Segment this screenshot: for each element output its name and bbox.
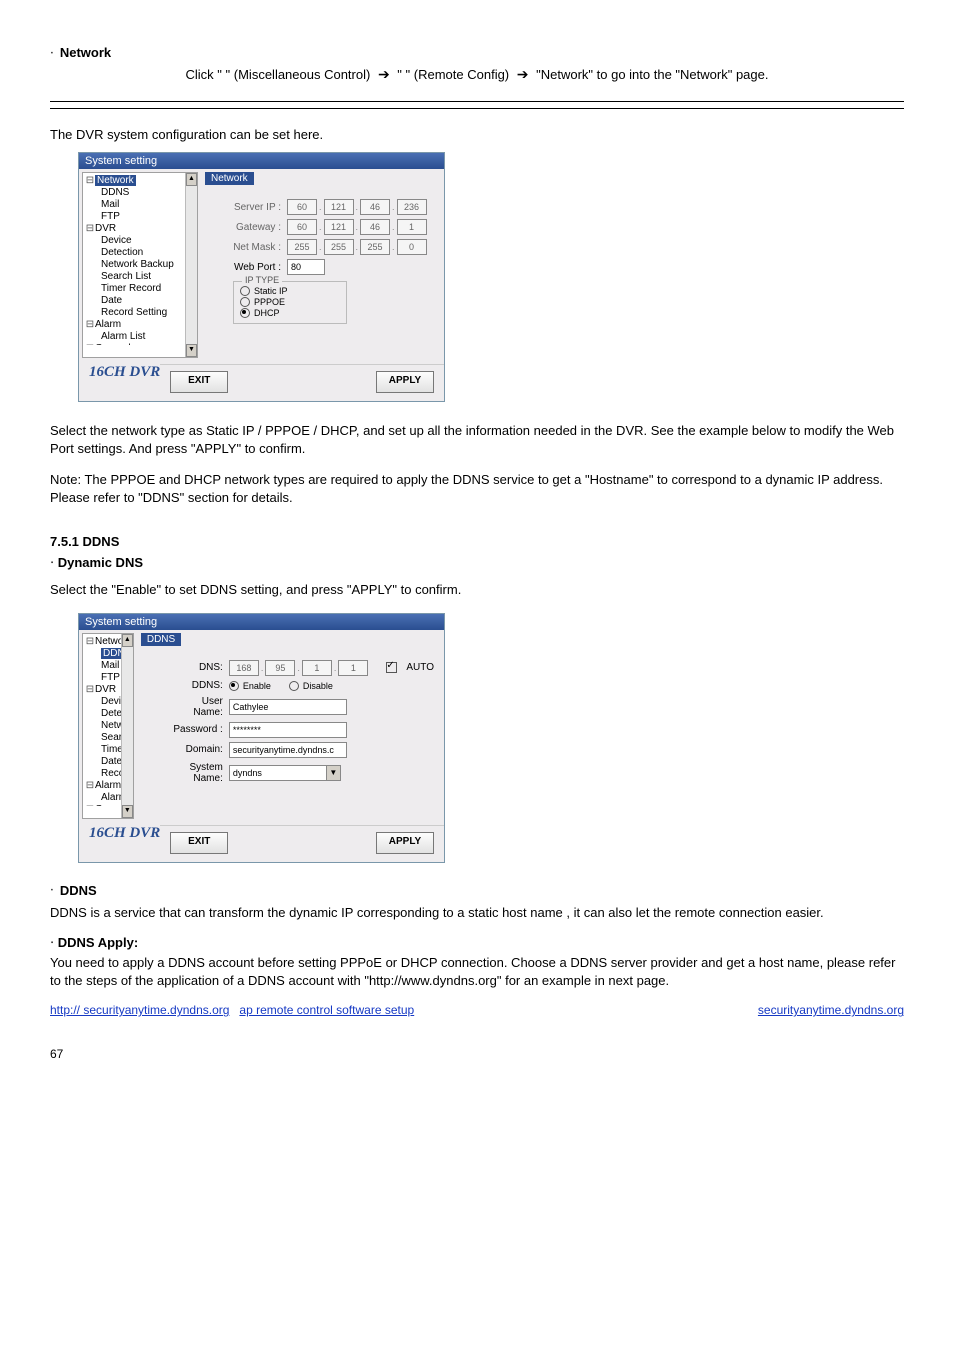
tree-device[interactable]: Device — [101, 235, 195, 247]
ddns-sub: ‧ Dynamic DNS — [50, 555, 904, 571]
tree-mail[interactable]: Mail — [101, 199, 195, 211]
page-number: 67 — [50, 1047, 904, 1061]
panel-title-network: Network — [205, 172, 254, 185]
brand-label: 16CH DVR — [89, 364, 160, 381]
tree-network-backup[interactable]: Network Backup — [101, 259, 195, 271]
tree-dvr[interactable]: ⊟DVR — [85, 223, 195, 235]
network-note: Note: The PPPOE and DHCP network types a… — [50, 471, 904, 506]
iptype-group: IP TYPE Static IP PPPOE DHCP — [233, 281, 347, 324]
username-input[interactable]: Cathylee — [229, 699, 347, 715]
dns-input[interactable]: 168. 95. 1. 1 — [229, 660, 369, 676]
ddns-subheading: ‧ DDNS — [50, 883, 904, 898]
ddns-apply-text: You need to apply a DDNS account before … — [50, 954, 904, 989]
tree-ftp[interactable]: FTP — [101, 211, 195, 223]
window-titlebar: System setting — [79, 153, 444, 169]
heading-network: Network — [60, 45, 111, 60]
tree-panel: ⊟Network DDNS Mail FTP ⊟DVR Device Detec… — [82, 633, 134, 819]
label-webport: Web Port : — [223, 262, 281, 273]
auto-label: AUTO — [406, 662, 434, 673]
tree-record-setting[interactable]: Record Setting — [101, 307, 195, 319]
tree-detection[interactable]: Detection — [101, 247, 195, 259]
arrow-icon: ➔ — [517, 66, 529, 82]
label-netmask: Net Mask : — [223, 242, 281, 253]
tree-date[interactable]: Date — [101, 295, 195, 307]
label-ddns: DDNS: — [171, 680, 223, 691]
tree-scrollbar[interactable]: ▲ ▼ — [185, 173, 197, 357]
tree-timer-record[interactable]: Timer Record — [101, 283, 195, 295]
tree-alarm-list[interactable]: Alarm List — [101, 331, 195, 343]
radio-disable[interactable]: Disable — [289, 681, 333, 691]
double-rule — [50, 101, 904, 109]
radio-dhcp[interactable]: DHCP — [240, 308, 340, 318]
tree-general[interactable]: ⊟General — [85, 343, 195, 345]
tree-search-list[interactable]: Search List — [101, 271, 195, 283]
radio-static-ip[interactable]: Static IP — [240, 286, 340, 296]
tree-network[interactable]: ⊟Network — [85, 175, 195, 187]
scroll-down-icon[interactable]: ▼ — [122, 805, 133, 818]
scroll-up-icon[interactable]: ▲ — [186, 173, 197, 186]
scroll-down-icon[interactable]: ▼ — [186, 344, 197, 357]
system-name-select[interactable]: dyndns ▼ — [229, 765, 341, 781]
section-ddns-title: 7.5.1 DDNS — [50, 534, 904, 549]
iptype-legend: IP TYPE — [242, 275, 282, 285]
tree-scrollbar[interactable]: ▲ ▼ — [121, 634, 133, 818]
label-username: User Name: — [171, 696, 223, 718]
apply-button[interactable]: APPLY — [376, 371, 434, 393]
tree-ddns[interactable]: DDNS — [101, 187, 195, 199]
links-row: http:// securityanytime.dyndns.org ap re… — [50, 1003, 904, 1017]
password-input[interactable]: ******** — [229, 722, 347, 738]
domain-input[interactable]: securityanytime.dyndns.c — [229, 742, 347, 758]
server-ip-input[interactable]: 60. 121. 46. 236 — [287, 199, 427, 215]
dvr-system-line: The DVR system configuration can be set … — [50, 127, 904, 142]
system-setting-window-network: System setting ⊟Network DDNS Mail FTP ⊟D… — [78, 152, 445, 402]
ddns-desc: DDNS is a service that can transform the… — [50, 904, 904, 922]
apply-button[interactable]: APPLY — [376, 832, 434, 854]
brand-label: 16CH DVR — [89, 825, 160, 842]
link-1[interactable]: http:// securityanytime.dyndns.org — [50, 1003, 229, 1017]
radio-pppoe[interactable]: PPPOE — [240, 297, 340, 307]
radio-enable[interactable]: Enable — [229, 681, 271, 691]
chevron-down-icon: ▼ — [326, 766, 340, 780]
label-server-ip: Server IP : — [223, 202, 281, 213]
netmask-input[interactable]: 255. 255. 255. 0 — [287, 239, 427, 255]
network-paragraph: Select the network type as Static IP / P… — [50, 422, 904, 457]
webport-input[interactable]: 80 — [287, 259, 325, 275]
window-titlebar: System setting — [79, 614, 444, 630]
exit-button[interactable]: EXIT — [170, 832, 228, 854]
instruction-line: Click " " (Miscellaneous Control) ➔ " " … — [50, 66, 904, 83]
label-system-name: System Name: — [171, 762, 223, 784]
panel-title-ddns: DDNS — [141, 633, 181, 646]
gateway-input[interactable]: 60. 121. 46. 1 — [287, 219, 427, 235]
label-domain: Domain: — [171, 744, 223, 755]
ddns-enable-para: Select the "Enable" to set DDNS setting,… — [50, 581, 904, 599]
auto-checkbox[interactable] — [386, 662, 397, 673]
label-dns: DNS: — [171, 662, 223, 673]
label-password: Password : — [171, 724, 223, 735]
label-gateway: Gateway : — [223, 222, 281, 233]
system-setting-window-ddns: System setting ⊟Network DDNS Mail FTP ⊟D… — [78, 613, 445, 863]
ddns-apply-heading: ‧ DDNS Apply: — [50, 935, 904, 951]
tree-alarm[interactable]: ⊟Alarm — [85, 319, 195, 331]
bullet-dot: ‧ — [50, 47, 54, 59]
exit-button[interactable]: EXIT — [170, 371, 228, 393]
tree-panel: ⊟Network DDNS Mail FTP ⊟DVR Device Detec… — [82, 172, 198, 358]
link-3[interactable]: securityanytime.dyndns.org — [758, 1003, 904, 1017]
scroll-up-icon[interactable]: ▲ — [122, 634, 133, 647]
arrow-icon: ➔ — [378, 66, 390, 82]
subsection-heading: ‧ Network — [50, 45, 904, 60]
link-2[interactable]: ap remote control software setup — [239, 1003, 414, 1017]
